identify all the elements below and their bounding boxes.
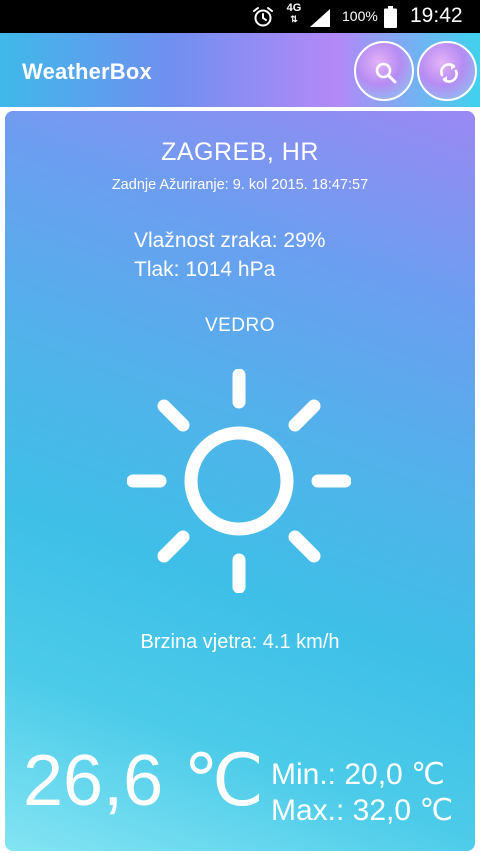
min-temperature: Min.: 20,0 ℃ (271, 758, 445, 791)
network-activity-icon: ⇅ (290, 14, 298, 24)
wind-speed: Brzina vjetra: 4.1 km/h (140, 631, 340, 653)
weather-condition: VEDRO (204, 315, 276, 336)
city-name: ZAGREB, HR (161, 138, 319, 166)
clock: 19:42 (410, 4, 463, 27)
network-type: 4G (286, 2, 302, 14)
weather-card: ZAGREB, HR Zadnje Ažuriranje: 9. kol 201… (3, 109, 477, 853)
network-indicator: 4G ⇅ (283, 2, 305, 25)
current-temperature: 26,6 ℃ (23, 741, 264, 821)
status-bar: 4G ⇅ 100% 19:42 (0, 0, 480, 33)
search-button[interactable] (354, 41, 414, 101)
last-updated: Zadnje Ažuriranje: 9. kol 2015. 18:47:57 (111, 177, 369, 193)
battery-percent: 100% (342, 8, 378, 24)
humidity: Vlažnost zraka: 29% (134, 229, 326, 252)
refresh-button[interactable] (417, 41, 477, 101)
sun-icon (127, 369, 351, 593)
app-title: WeatherBox (22, 59, 152, 84)
alarm-icon (253, 7, 273, 27)
app-bar: WeatherBox (0, 33, 480, 107)
battery-icon (384, 6, 397, 28)
search-icon (375, 62, 397, 84)
refresh-icon (440, 63, 458, 83)
max-temperature: Max.: 32,0 ℃ (271, 794, 454, 827)
pressure: Tlak: 1014 hPa (134, 258, 276, 281)
signal-icon (310, 9, 330, 27)
